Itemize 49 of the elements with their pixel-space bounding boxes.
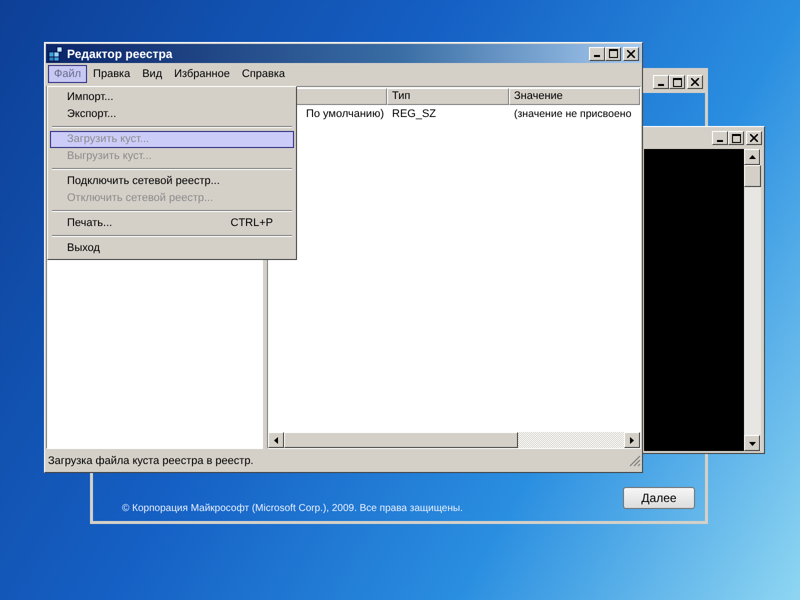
close-button[interactable] xyxy=(687,75,703,89)
close-button[interactable] xyxy=(746,131,762,145)
menu-item[interactable]: Избранное xyxy=(168,65,236,83)
maximize-button[interactable] xyxy=(669,75,685,89)
horizontal-scrollbar[interactable] xyxy=(268,432,640,448)
minimize-button[interactable] xyxy=(589,46,605,60)
column-header[interactable]: Тип xyxy=(387,88,509,105)
table-cell-text: По умолчанию) xyxy=(306,107,384,122)
minimize-icon xyxy=(658,84,664,86)
maximize-icon xyxy=(672,78,682,86)
minimize-button[interactable] xyxy=(712,131,728,145)
close-icon xyxy=(627,50,635,58)
maximize-icon xyxy=(732,134,740,142)
table-cell: REG_SZ xyxy=(392,108,436,120)
resize-grip-icon xyxy=(629,455,641,467)
registry-cubes-icon xyxy=(48,46,64,62)
scroll-right-button[interactable] xyxy=(624,432,640,448)
close-icon xyxy=(750,134,758,142)
dropdown-menu-item[interactable]: Импорт... xyxy=(50,89,294,106)
scroll-down-button[interactable] xyxy=(744,435,760,451)
dropdown-menu-item[interactable]: Выход xyxy=(50,240,294,257)
column-header[interactable]: Значение xyxy=(509,88,640,105)
table-cell: (значение не присвоено xyxy=(514,108,632,120)
minimize-icon xyxy=(594,55,600,57)
vertical-scrollbar[interactable] xyxy=(744,149,761,451)
menu-item[interactable]: Вид xyxy=(136,65,168,83)
maximize-button[interactable] xyxy=(728,131,744,145)
menu-item[interactable]: Правка xyxy=(87,65,136,83)
maximize-icon xyxy=(608,49,618,58)
minimize-icon xyxy=(717,140,723,142)
left-arrow-icon xyxy=(272,436,280,444)
right-arrow-icon xyxy=(628,436,636,444)
next-button[interactable]: Далее xyxy=(623,487,695,509)
dropdown-menu-item[interactable]: Экспорт... xyxy=(50,106,294,123)
scroll-up-button[interactable] xyxy=(744,149,760,165)
copyright-text: © Корпорация Майкрософт (Microsoft Corp.), 2009. Все права защищены. xyxy=(122,502,463,516)
scroll-left-button[interactable] xyxy=(268,432,284,448)
maximize-button[interactable] xyxy=(605,46,621,60)
minimize-button[interactable] xyxy=(653,75,669,89)
window-title: Редактор реестра xyxy=(67,46,174,62)
close-button[interactable] xyxy=(623,46,639,60)
scrollbar-thumb[interactable] xyxy=(744,165,761,187)
status-bar-text: Загрузка файла куста реестра в реестр. xyxy=(48,454,254,469)
scrollbar-thumb[interactable] xyxy=(284,432,518,448)
menu-item[interactable]: Справка xyxy=(236,65,292,83)
dropdown-menu-item[interactable]: Печать... CTRL+P xyxy=(50,215,294,232)
up-arrow-icon xyxy=(748,152,756,162)
close-icon xyxy=(691,78,699,86)
dropdown-menu-item[interactable]: Подключить сетевой реестр... xyxy=(50,173,294,190)
